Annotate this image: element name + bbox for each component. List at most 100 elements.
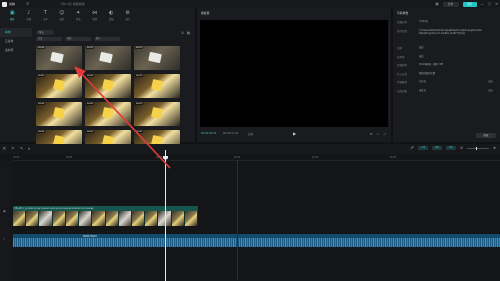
ratio-dropdown[interactable]: 比例 <box>248 132 253 136</box>
prop-value: 7月14日 <box>419 20 428 23</box>
close-icon[interactable]: ✕ <box>495 2 498 6</box>
tl-chip-1[interactable]: 关闭 <box>418 146 429 150</box>
tool-label: 媒体 <box>9 18 15 21</box>
tool-audio[interactable]: ♪ 音频 <box>21 10 38 24</box>
tl-chip-3[interactable]: 联动 <box>446 146 457 150</box>
media-thumbnail[interactable]: 00:03 <box>134 74 180 98</box>
playhead[interactable] <box>165 150 166 281</box>
nav-local[interactable]: 本地 <box>0 28 32 37</box>
preview-screen[interactable] <box>200 20 388 127</box>
thumb-content <box>102 79 114 91</box>
media-filters: 全部 视频 图片 <box>36 37 196 42</box>
zoom-out-icon[interactable]: ⊖ <box>460 146 463 150</box>
share-button[interactable]: 分享 <box>442 1 459 7</box>
audio-clip[interactable]: 轻快的节奏音乐 <box>13 234 500 247</box>
tl-chip-2[interactable]: 吸附 <box>432 146 443 150</box>
undo-icon[interactable]: ↶ <box>11 146 14 151</box>
tool-adjust[interactable]: ⚙ 调节 <box>120 10 137 24</box>
redo-icon[interactable]: ↷ <box>20 146 23 151</box>
timeline-tools-left: ⇱ ↶ ↷ ⏸ <box>3 146 30 151</box>
maximize-icon[interactable]: ▢ <box>488 2 491 6</box>
thumb-content <box>148 51 162 64</box>
filter-image[interactable]: 图片 <box>94 37 120 41</box>
filter-all[interactable]: 全部 <box>36 37 62 41</box>
minimize-icon[interactable]: — <box>481 2 484 6</box>
tool-label: 贴纸 <box>59 18 65 21</box>
zoom-in-icon[interactable]: ⊕ <box>493 146 496 150</box>
grid-view-icon[interactable]: ▦ <box>187 31 190 35</box>
prop-value: 适应 <box>419 46 424 49</box>
microphone-icon[interactable]: 🎤︎ <box>410 146 414 150</box>
tool-label: 文本 <box>42 18 48 21</box>
thumb-duration: 00:03 <box>86 47 94 49</box>
prop-row: 草稿名称 7月14日 <box>397 20 497 24</box>
zoom-handle[interactable] <box>476 146 478 150</box>
aspect-icon[interactable]: ▭ <box>376 132 379 136</box>
select-cursor-icon[interactable]: ⇱ <box>3 146 6 151</box>
media-thumbnail[interactable]: 00:04 <box>85 74 131 98</box>
text-icon: T <box>43 10 47 16</box>
frame <box>118 211 132 226</box>
nav-library[interactable]: 素材库 <box>0 46 32 55</box>
layout-icon[interactable]: ▦ <box>435 2 438 6</box>
tool-filter[interactable]: ◐ 滤镜 <box>103 10 120 24</box>
proxy-toggle[interactable] <box>488 80 493 83</box>
prop-key: 分辨率 <box>397 55 405 59</box>
prop-value: 已开启 <box>419 80 426 83</box>
filter-video[interactable]: 视频 <box>65 37 91 41</box>
frame <box>131 211 146 226</box>
media-thumbnail[interactable]: 00:05 <box>36 74 82 98</box>
media-thumbnail[interactable]: 00:03 <box>134 102 180 126</box>
thumb-content <box>53 107 65 119</box>
audio-track-icon[interactable]: ♪ <box>3 237 5 241</box>
video-track-icon[interactable]: ▣ <box>3 209 6 213</box>
thumb-duration: 00:03 <box>135 47 143 49</box>
timeline-guide <box>237 161 238 279</box>
layer-toggle[interactable] <box>488 88 493 92</box>
split-icon[interactable]: ⏸ <box>28 146 30 151</box>
media-thumbnail[interactable]: 00:04 <box>36 46 82 70</box>
track-headers: ▣ ♪ <box>0 161 12 281</box>
tool-text[interactable]: T 文本 <box>37 10 54 24</box>
media-thumbnail[interactable]: 00:03 <box>134 46 180 70</box>
media-thumbnail[interactable]: 00:04 <box>36 102 82 126</box>
media-thumbnail[interactable]: 00:06 <box>85 102 131 126</box>
media-thumbnail[interactable]: 00:03 <box>85 46 131 70</box>
sort-icon[interactable]: ⇅ <box>181 31 184 35</box>
audio-icon: ♪ <box>27 10 31 16</box>
import-breadcrumb[interactable]: 导入 <box>36 30 54 35</box>
filter-icon: ◐ <box>109 10 114 16</box>
ruler-tick: 00:10 <box>156 156 163 159</box>
effects-icon: ✦ <box>76 10 81 16</box>
prop-key: 代理模式 <box>397 81 408 84</box>
tool-media[interactable]: ▣ 媒体 <box>4 10 21 24</box>
project-title: 7月14日 视频编辑 <box>60 1 85 6</box>
prop-value: 适应 <box>419 54 424 58</box>
time-ruler[interactable]: 00:00 00:05 00:10 00:15 00:20 00:25 <box>13 154 500 161</box>
thumb-duration: 00:03 <box>86 131 94 133</box>
modify-button[interactable]: 修改 <box>476 133 496 138</box>
prop-row: 导入方式 保留在原有位置 <box>397 72 497 76</box>
play-icon[interactable]: ▶ <box>293 131 296 136</box>
thumb-content <box>99 51 113 64</box>
prop-key: 草稿名称 <box>397 21 408 24</box>
video-clip[interactable]: 7月14日_1_01 2022-07-14 12:05:31 2022-07-1… <box>13 206 198 226</box>
frame <box>52 211 66 226</box>
zoom-slider[interactable] <box>467 146 490 150</box>
prop-value: 30.00帧/秒 · 帧率: 30f <box>419 63 443 66</box>
prop-row-layer: 自由层级 未开启 <box>397 88 497 93</box>
thumb-content <box>50 51 64 64</box>
tool-transition[interactable]: ⋈ 转场 <box>87 10 104 24</box>
crop-icon[interactable]: ⧉ <box>370 132 372 136</box>
nav-cloud[interactable]: 云素材 <box>0 37 32 46</box>
thumb-content <box>151 107 163 119</box>
media-side-nav: 本地 云素材 素材库 <box>0 28 32 142</box>
tool-sticker[interactable]: ☺ 贴纸 <box>54 10 71 24</box>
prop-row: 分辨率 适应 <box>397 55 497 59</box>
export-button[interactable]: 导出 <box>462 1 477 7</box>
tool-effects[interactable]: ✦ 特效 <box>70 10 87 24</box>
menu-icon[interactable]: ☰ <box>26 2 29 6</box>
frame <box>13 211 27 226</box>
frame <box>105 211 119 226</box>
fullscreen-icon[interactable]: ⤢ <box>383 132 386 136</box>
